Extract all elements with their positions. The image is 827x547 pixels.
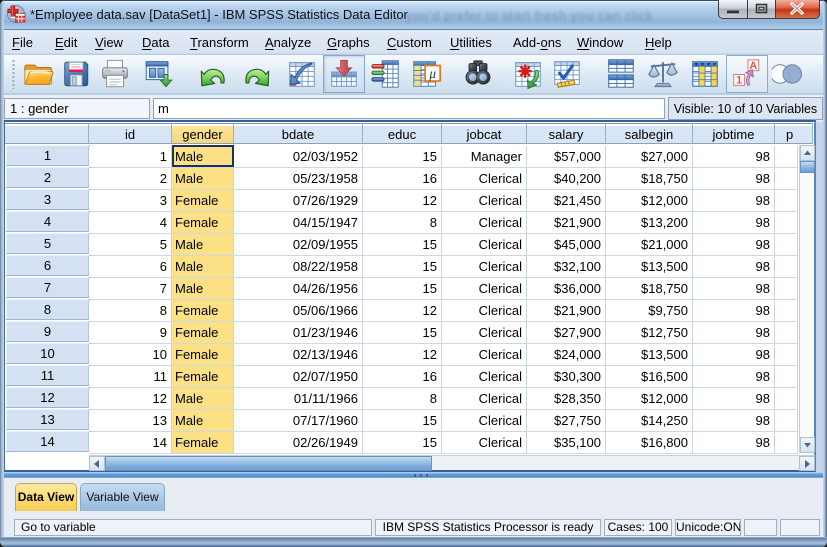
svg-text:μ: μ xyxy=(428,66,436,81)
